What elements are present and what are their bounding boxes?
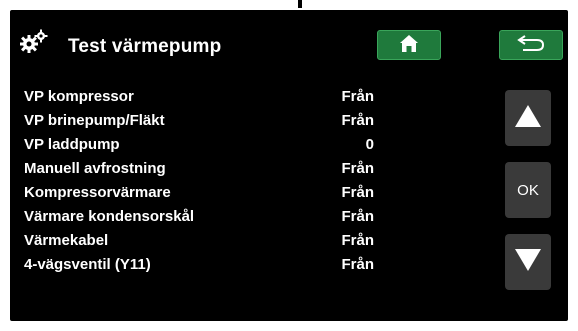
param-name: VP kompressor <box>24 88 134 105</box>
ok-label: OK <box>517 181 539 199</box>
scroll-down-button[interactable] <box>505 234 551 290</box>
param-name: Värmekabel <box>24 232 109 249</box>
param-row[interactable]: Värmekabel Från <box>24 230 374 254</box>
param-row[interactable]: Värmare kondensorskål Från <box>24 206 374 230</box>
param-name: VP laddpump <box>24 136 120 153</box>
param-row[interactable]: Manuell avfrostning Från <box>24 158 374 182</box>
home-button[interactable] <box>377 30 441 60</box>
param-value: Från <box>341 208 374 225</box>
ok-button[interactable]: OK <box>505 162 551 218</box>
gears-icon <box>18 28 50 56</box>
param-name: Värmare kondensorskål <box>24 208 195 225</box>
triangle-up-icon <box>513 103 543 134</box>
param-name: VP brinepump/Fläkt <box>24 112 165 129</box>
param-name: 4-vägsventil (Y11) <box>24 256 151 273</box>
param-value: Från <box>341 256 374 273</box>
param-row[interactable]: 4-vägsventil (Y11) Från <box>24 254 374 278</box>
back-button[interactable] <box>499 30 563 60</box>
param-row[interactable]: VP brinepump/Fläkt Från <box>24 110 374 134</box>
triangle-down-icon <box>513 247 543 278</box>
home-icon <box>398 33 420 58</box>
param-name: Manuell avfrostning <box>24 160 166 177</box>
param-row[interactable]: VP kompressor Från <box>24 86 374 110</box>
param-row[interactable]: Kompressorvärmare Från <box>24 182 374 206</box>
param-value: Från <box>341 112 374 129</box>
param-name: Kompressorvärmare <box>24 184 171 201</box>
param-row[interactable]: VP laddpump 0 <box>24 134 374 158</box>
top-marker <box>298 0 302 8</box>
param-value: Från <box>341 184 374 201</box>
back-arrow-icon <box>516 33 546 58</box>
scroll-up-button[interactable] <box>505 90 551 146</box>
device-screen: Test värmepump VP kompressor Från VP bri… <box>10 10 568 321</box>
param-value: Från <box>341 160 374 177</box>
parameter-list: VP kompressor Från VP brinepump/Fläkt Fr… <box>24 86 374 278</box>
page-title: Test värmepump <box>68 36 222 57</box>
param-value: 0 <box>365 136 374 153</box>
param-value: Från <box>341 88 374 105</box>
param-value: Från <box>341 232 374 249</box>
